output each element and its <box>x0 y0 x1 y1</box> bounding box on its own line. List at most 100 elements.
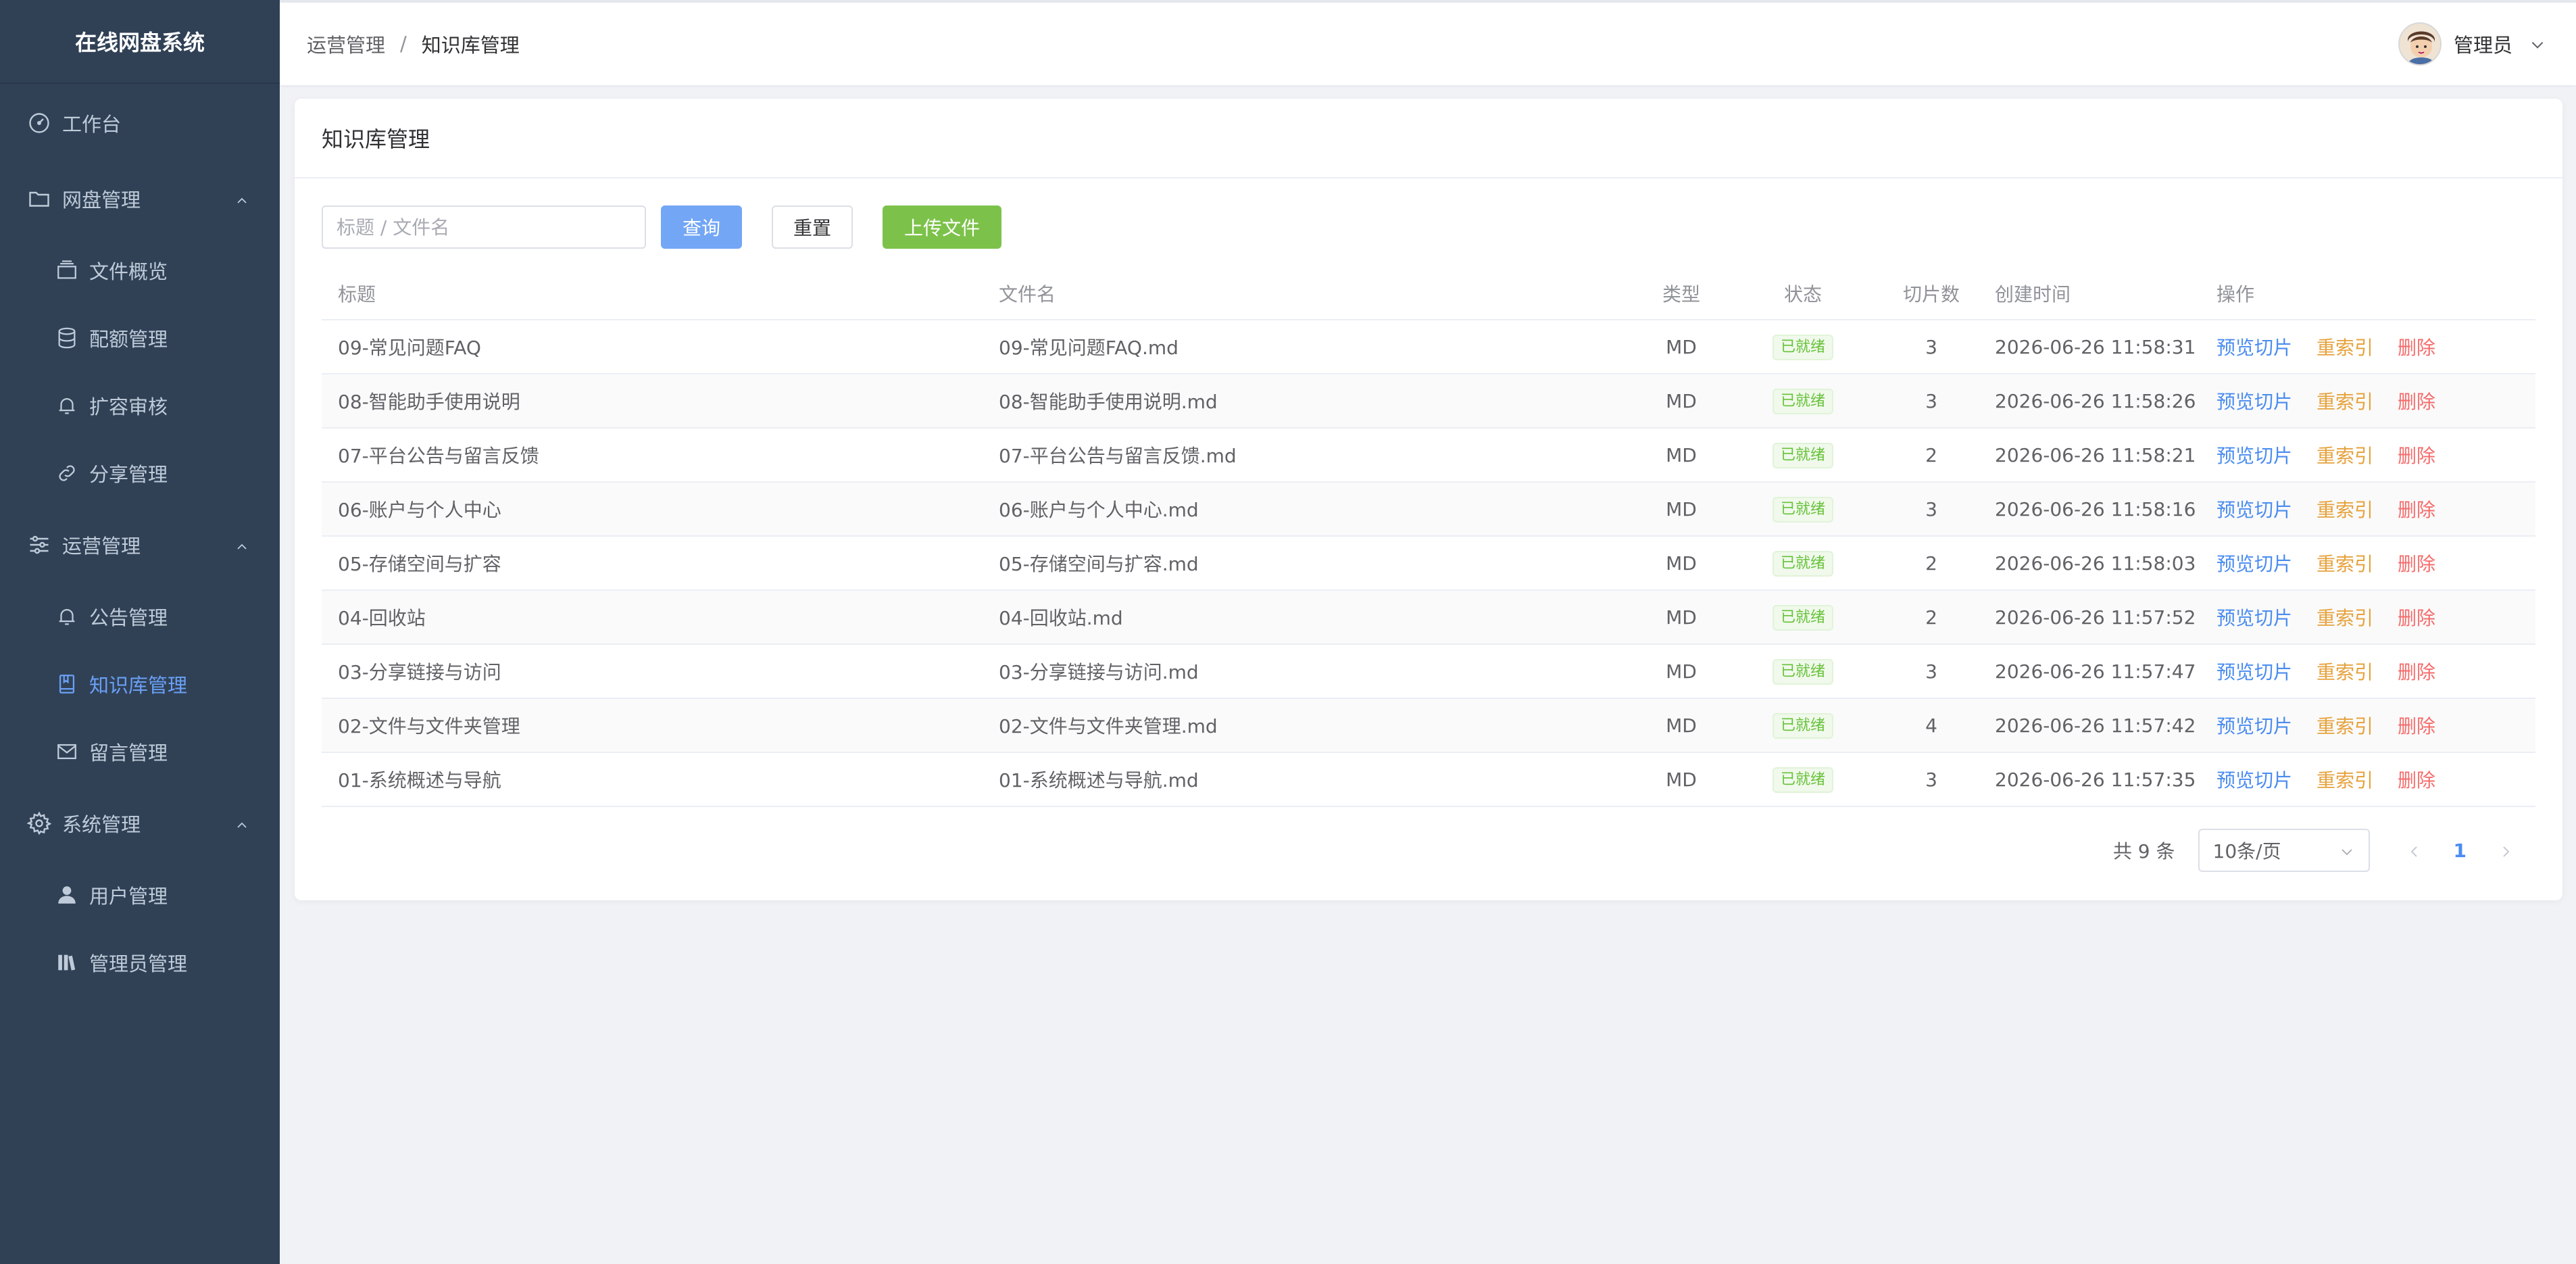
column-header: 创建时间 <box>1995 283 2071 306</box>
reindex-button[interactable]: 重索引 <box>2317 658 2373 685</box>
preview-slices-button[interactable]: 预览切片 <box>2216 550 2292 577</box>
cell-filename: 09-常见问题FAQ.md <box>999 337 1179 359</box>
archive-icon <box>55 259 78 282</box>
table-row: 07-平台公告与留言反馈 07-平台公告与留言反馈.md MD 已就绪 2 2026-06… <box>322 429 2535 483</box>
reindex-button[interactable]: 重索引 <box>2317 766 2373 793</box>
status-badge: 已就绪 <box>1772 388 1833 414</box>
preview-slices-button[interactable]: 预览切片 <box>2216 333 2292 360</box>
preview-slices-button[interactable]: 预览切片 <box>2216 766 2292 793</box>
chevron-down-icon <box>2339 842 2355 858</box>
preview-slices-button[interactable]: 预览切片 <box>2216 387 2292 414</box>
sidebar-item-message[interactable]: 留言管理 <box>0 718 280 785</box>
sidebar-item-users[interactable]: 用户管理 <box>0 861 280 929</box>
cell-type: MD <box>1666 335 1697 358</box>
reindex-button[interactable]: 重索引 <box>2317 550 2373 577</box>
cell-title: 01-系统概述与导航 <box>338 769 501 792</box>
cell-status: 已就绪 <box>1722 767 1884 793</box>
status-badge: 已就绪 <box>1772 712 1833 739</box>
cell-created-time: 2026-06-26 11:57:52 <box>1995 606 2196 629</box>
breadcrumb-item[interactable]: 运营管理 <box>307 30 385 58</box>
cell-title: 04-回收站 <box>338 607 426 629</box>
cell-actions: 预览切片 重索引 删除 <box>2208 550 2535 577</box>
sidebar-group-label: 网盘管理 <box>62 189 141 212</box>
delete-button[interactable]: 删除 <box>2398 550 2435 577</box>
cell-status: 已就绪 <box>1722 712 1884 739</box>
delete-button[interactable]: 删除 <box>2398 333 2435 360</box>
delete-button[interactable]: 删除 <box>2398 712 2435 739</box>
sidebar-item-label: 扩容审核 <box>89 395 168 418</box>
reindex-button[interactable]: 重索引 <box>2317 604 2373 631</box>
folder-icon <box>27 187 51 211</box>
cell-filename: 04-回收站.md <box>999 607 1123 629</box>
status-badge: 已就绪 <box>1772 496 1833 522</box>
status-badge: 已就绪 <box>1772 550 1833 577</box>
cell-actions: 预览切片 重索引 删除 <box>2208 441 2535 468</box>
sidebar-item-label: 用户管理 <box>89 885 168 908</box>
sidebar-group-ops[interactable]: 运营管理 <box>0 507 280 583</box>
chevron-up-icon <box>234 191 250 207</box>
card-title: 知识库管理 <box>295 99 2562 178</box>
link-icon <box>55 462 78 485</box>
reindex-button[interactable]: 重索引 <box>2317 333 2373 360</box>
delete-button[interactable]: 删除 <box>2398 766 2435 793</box>
preview-slices-button[interactable]: 预览切片 <box>2216 712 2292 739</box>
delete-button[interactable]: 删除 <box>2398 604 2435 631</box>
preview-slices-button[interactable]: 预览切片 <box>2216 658 2292 685</box>
cell-slice-count: 3 <box>1925 768 1937 791</box>
cell-status: 已就绪 <box>1722 604 1884 631</box>
query-button[interactable]: 查询 <box>661 205 742 249</box>
sidebar-item-label: 工作台 <box>62 113 122 136</box>
chevron-right-icon[interactable] <box>2498 842 2514 858</box>
sidebar-group-label: 运营管理 <box>62 535 141 558</box>
cell-type: MD <box>1666 443 1697 466</box>
sidebar-item-quota[interactable]: 配额管理 <box>0 304 280 372</box>
delete-button[interactable]: 删除 <box>2398 495 2435 522</box>
page-size-select[interactable]: 10条/页 <box>2198 829 2370 872</box>
user-icon <box>55 883 78 906</box>
reindex-button[interactable]: 重索引 <box>2317 495 2373 522</box>
preview-slices-button[interactable]: 预览切片 <box>2216 441 2292 468</box>
sidebar-item-label: 知识库管理 <box>89 674 188 697</box>
sidebar-item-label: 分享管理 <box>89 463 168 486</box>
sidebar-item-label: 配额管理 <box>89 328 168 351</box>
page-number-current[interactable]: 1 <box>2454 840 2467 862</box>
sidebar-item-workbench[interactable]: 工作台 <box>0 85 280 161</box>
reindex-button[interactable]: 重索引 <box>2317 441 2373 468</box>
sidebar-item-expansion[interactable]: 扩容审核 <box>0 372 280 439</box>
sidebar-item-admins[interactable]: 管理员管理 <box>0 929 280 996</box>
delete-button[interactable]: 删除 <box>2398 387 2435 414</box>
sidebar-item-label: 留言管理 <box>89 742 168 764</box>
cell-actions: 预览切片 重索引 删除 <box>2208 333 2535 360</box>
column-header: 标题 <box>338 283 376 306</box>
upload-button[interactable]: 上传文件 <box>883 205 1001 249</box>
reset-button[interactable]: 重置 <box>772 205 853 249</box>
user-menu[interactable]: 管理员 <box>2398 22 2546 66</box>
table-row: 01-系统概述与导航 01-系统概述与导航.md MD 已就绪 3 2026-06-26 … <box>322 753 2535 807</box>
sidebar-item-notice[interactable]: 公告管理 <box>0 583 280 650</box>
sidebar-item-files[interactable]: 文件概览 <box>0 237 280 304</box>
preview-slices-button[interactable]: 预览切片 <box>2216 495 2292 522</box>
cell-filename: 05-存储空间与扩容.md <box>999 553 1199 575</box>
breadcrumb-current: 知识库管理 <box>421 34 520 57</box>
sidebar-group-disk[interactable]: 网盘管理 <box>0 161 280 237</box>
breadcrumb: 运营管理 / 知识库管理 <box>307 30 520 58</box>
reindex-button[interactable]: 重索引 <box>2317 712 2373 739</box>
preview-slices-button[interactable]: 预览切片 <box>2216 604 2292 631</box>
cell-type: MD <box>1666 768 1697 791</box>
sidebar-item-label: 公告管理 <box>89 606 168 629</box>
library-icon <box>55 951 78 974</box>
sidebar-item-knowledge[interactable]: 知识库管理 <box>0 650 280 718</box>
delete-button[interactable]: 删除 <box>2398 658 2435 685</box>
cell-created-time: 2026-06-26 11:58:31 <box>1995 335 2196 358</box>
reindex-button[interactable]: 重索引 <box>2317 387 2373 414</box>
cell-status: 已就绪 <box>1722 334 1884 360</box>
sidebar-item-label: 管理员管理 <box>89 952 188 975</box>
sidebar-item-share[interactable]: 分享管理 <box>0 439 280 507</box>
table-row: 05-存储空间与扩容 05-存储空间与扩容.md MD 已就绪 2 2026-06-26 … <box>322 537 2535 591</box>
search-input[interactable] <box>322 205 646 249</box>
delete-button[interactable]: 删除 <box>2398 441 2435 468</box>
chevron-left-icon[interactable] <box>2406 842 2423 858</box>
app-title: 在线网盘系统 <box>0 0 280 84</box>
cell-title: 09-常见问题FAQ <box>338 337 481 359</box>
sidebar-group-system[interactable]: 系统管理 <box>0 785 280 861</box>
